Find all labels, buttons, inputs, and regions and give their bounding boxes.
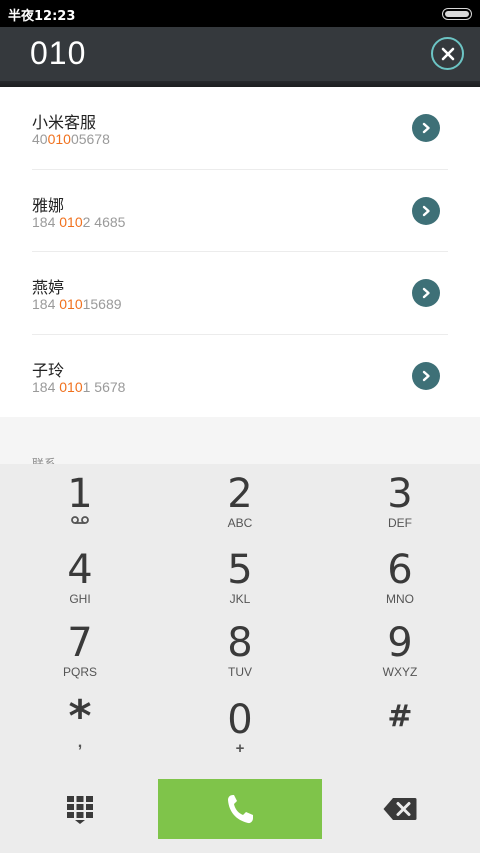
key-digit: 7: [67, 620, 93, 666]
contact-result-row[interactable]: 雅娜 184 0102 4685: [0, 170, 480, 252]
chevron-right-icon: [422, 287, 430, 299]
status-bar: 半夜12:23: [0, 0, 480, 27]
number-match-highlight: 010: [59, 213, 83, 230]
backspace-icon: [383, 798, 417, 820]
key-letters: PQRS: [62, 665, 97, 679]
key-digit: 1: [67, 471, 93, 517]
key-digit: 5: [227, 547, 253, 593]
key-3[interactable]: 3 DEF: [320, 474, 480, 530]
number-match-highlight: 010: [59, 296, 83, 312]
key-digit: #: [387, 699, 413, 734]
battery-icon: [442, 8, 472, 20]
contact-detail-button[interactable]: [412, 114, 440, 142]
contact-number: 4001005678: [32, 131, 110, 147]
contact-name: 子玲: [32, 360, 65, 380]
key-letters: MNO: [386, 592, 414, 606]
key-star[interactable]: * ,: [0, 691, 160, 751]
key-letters: ,: [77, 734, 83, 751]
status-time: 半夜12:23: [8, 9, 76, 24]
key-digit: 3: [387, 471, 413, 517]
contact-name: 雅娜: [32, 195, 65, 215]
contact-result-row[interactable]: 燕婷 184 01015689: [0, 252, 480, 335]
key-5[interactable]: 5 JKL: [160, 550, 320, 606]
key-0[interactable]: 0 +: [160, 700, 320, 756]
contact-results-list: 小米客服 4001005678 雅娜 184 0102 4685 燕婷 184 …: [0, 87, 480, 417]
key-8[interactable]: 8 TUV: [160, 623, 320, 679]
chevron-right-icon: [422, 370, 430, 381]
key-letters: +: [235, 740, 245, 757]
key-letters: WXYZ: [382, 665, 418, 679]
key-letters: TUV: [228, 665, 252, 679]
key-digit: *: [68, 691, 92, 742]
key-digit: 9: [387, 620, 413, 666]
dial-number-field[interactable]: 010: [30, 35, 86, 72]
key-4[interactable]: 4 GHI: [0, 550, 160, 606]
key-hash[interactable]: #: [320, 700, 480, 734]
key-6[interactable]: 6 MNO: [320, 550, 480, 606]
contact-name: 燕婷: [32, 278, 65, 297]
key-9[interactable]: 9 WXYZ: [320, 623, 480, 679]
chevron-right-icon: [422, 205, 430, 216]
contact-detail-button[interactable]: [412, 279, 440, 307]
contact-result-row[interactable]: 小米客服 4001005678: [0, 87, 480, 170]
key-letters: ABC: [227, 516, 253, 530]
dialer-action-row: [0, 779, 480, 839]
call-button[interactable]: [158, 779, 322, 839]
dialpad-icon: [67, 796, 93, 824]
contact-detail-button[interactable]: [412, 196, 440, 225]
phone-icon: [228, 795, 253, 824]
close-icon: [441, 47, 454, 60]
key-digit: 8: [227, 620, 253, 666]
voicemail-icon: [0, 514, 160, 528]
contact-number: 184 0101 5678: [32, 378, 126, 395]
key-7[interactable]: 7 PQRS: [0, 623, 160, 679]
key-2[interactable]: 2 ABC: [160, 474, 320, 530]
key-1[interactable]: 1: [0, 474, 160, 528]
contact-number: 184 0102 4685: [32, 213, 126, 230]
dialpad-toggle-button[interactable]: [62, 793, 98, 827]
contact-detail-button[interactable]: [412, 361, 440, 390]
key-letters: GHI: [69, 592, 91, 606]
chevron-right-icon: [422, 122, 430, 134]
clear-input-button[interactable]: [431, 37, 464, 70]
number-match-highlight: 010: [59, 378, 83, 395]
dial-input-bar: 010: [0, 27, 480, 81]
contact-number: 184 01015689: [32, 296, 122, 312]
number-match-highlight: 010: [47, 131, 71, 147]
backspace-button[interactable]: [382, 795, 418, 823]
contact-name: 小米客服: [32, 113, 97, 132]
section-header-partial: 联系: [32, 457, 57, 464]
key-digit: 2: [227, 471, 253, 517]
key-digit: 6: [387, 547, 413, 593]
key-digit: 0: [227, 697, 253, 743]
list-gap-area: 联系: [0, 417, 480, 464]
key-letters: DEF: [388, 516, 412, 530]
key-digit: 4: [67, 547, 93, 593]
key-letters: JKL: [229, 592, 251, 606]
contact-result-row[interactable]: 子玲 184 0101 5678: [0, 335, 480, 418]
